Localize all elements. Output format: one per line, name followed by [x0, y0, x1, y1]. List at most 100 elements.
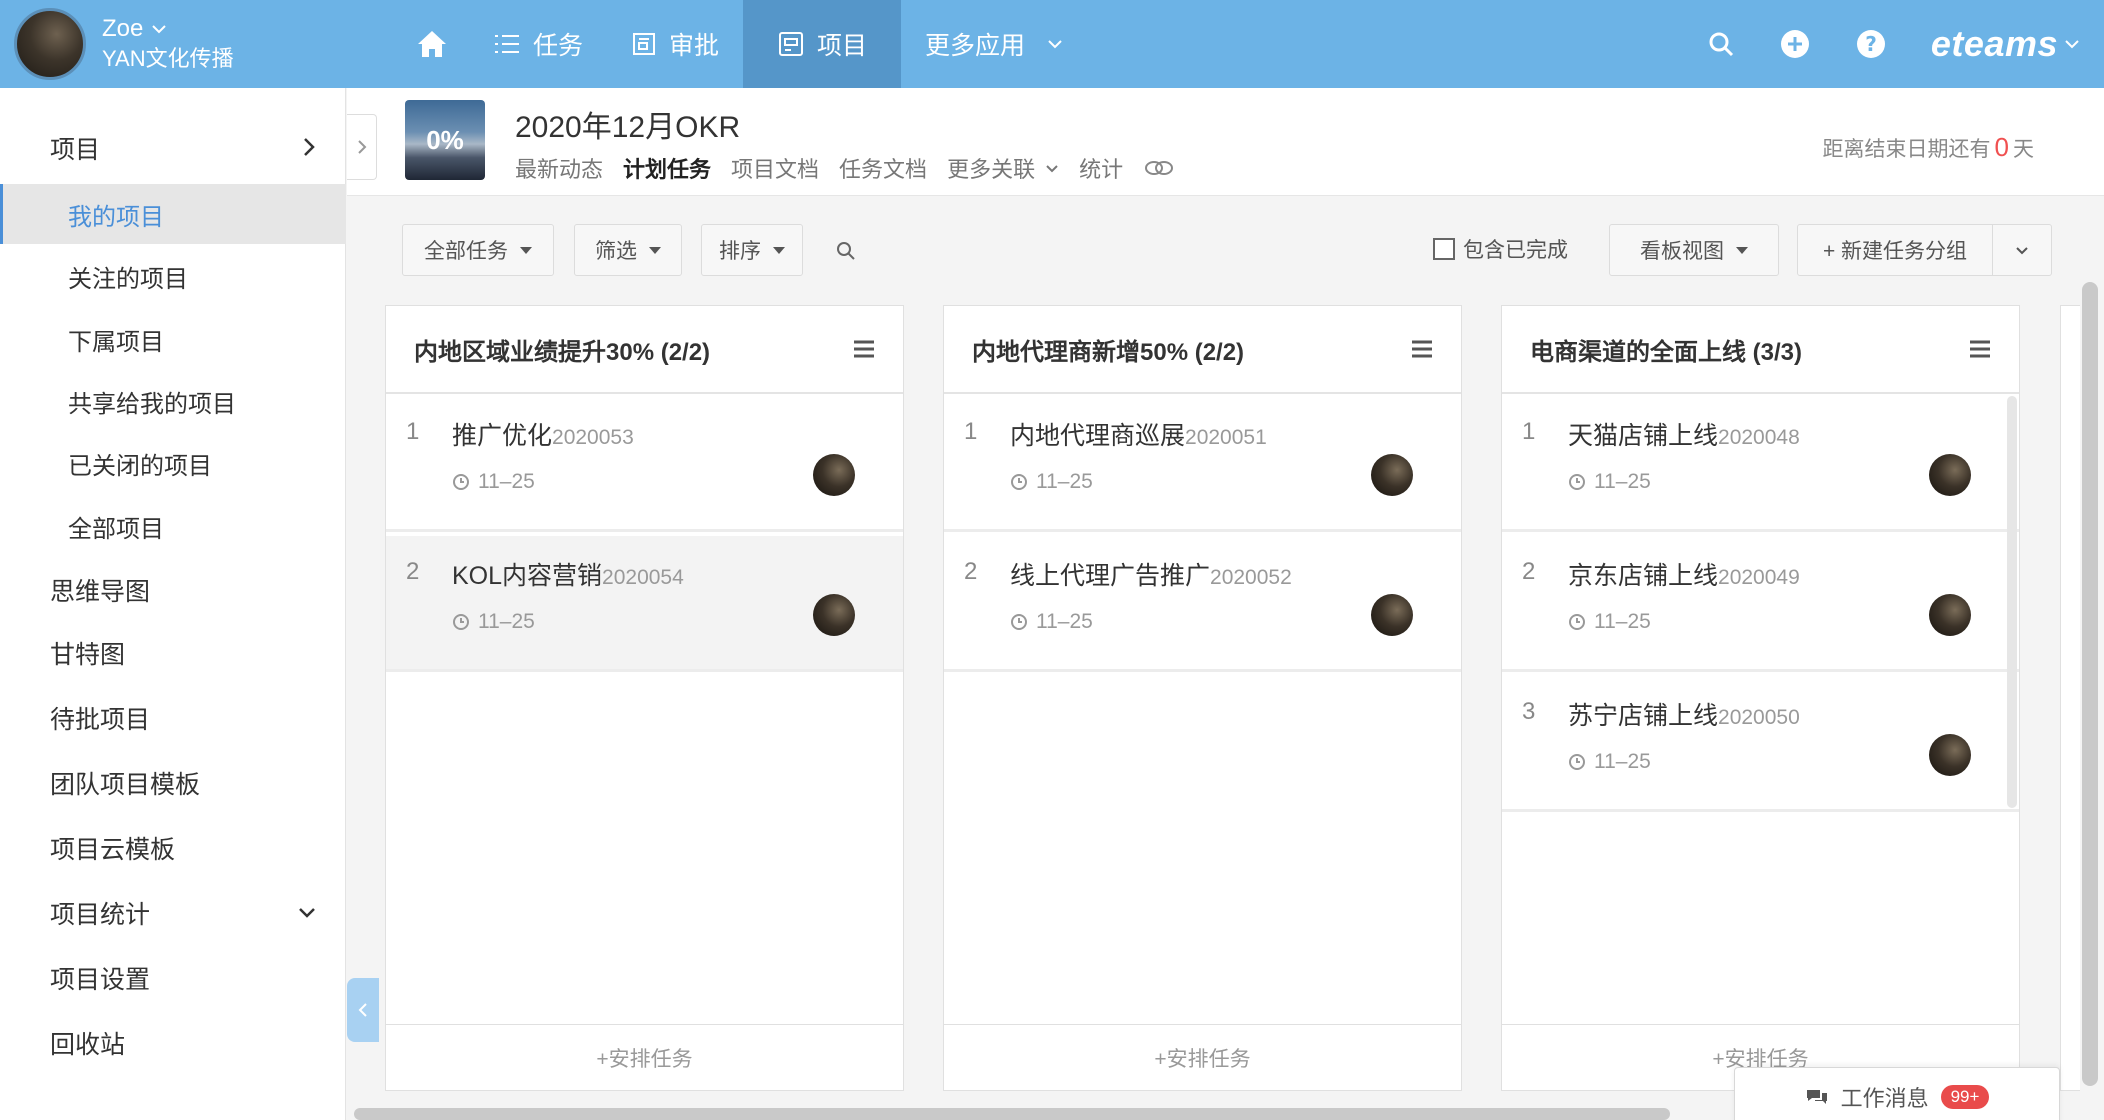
search-icon[interactable] — [1707, 30, 1735, 58]
tab-more-links[interactable]: 更多关联 — [947, 152, 1059, 184]
add-task-button[interactable]: +安排任务 — [386, 1024, 903, 1090]
include-completed-toggle[interactable]: 包含已完成 — [1433, 234, 1568, 264]
task-code: 2020048 — [1718, 426, 1800, 449]
menu-icon[interactable] — [1411, 340, 1433, 358]
sidebar-item-shared-projects[interactable]: 共享给我的项目 — [0, 371, 346, 431]
sort-dropdown[interactable]: 排序 — [701, 224, 803, 276]
task-card[interactable]: 2 京东店铺上线2020049 11–25 — [1502, 536, 2019, 672]
task-due-date: 11–25 — [1036, 470, 1093, 493]
assignee-avatar[interactable] — [813, 594, 855, 636]
column-title: 内地区域业绩提升30% (2/2) — [414, 338, 711, 366]
sidebar-item-label: 项目 — [50, 136, 101, 164]
task-card[interactable]: 1 推广优化2020053 11–25 — [386, 396, 903, 532]
assignee-avatar[interactable] — [1929, 594, 1971, 636]
clock-icon — [1569, 474, 1585, 490]
sidebar-item-statistics[interactable]: 项目统计 — [0, 883, 346, 943]
caret-down-icon — [773, 246, 785, 254]
sidebar-item-label: 团队项目模板 — [50, 771, 201, 799]
view-label: 看板视图 — [1640, 240, 1724, 263]
include-completed-checkbox[interactable] — [1433, 238, 1455, 260]
link-icon[interactable] — [1143, 158, 1175, 178]
menu-icon[interactable] — [1969, 340, 1991, 358]
horizontal-scrollbar[interactable] — [354, 1108, 1670, 1120]
caret-down-icon — [649, 246, 661, 254]
task-card[interactable]: 2 KOL内容营销2020054 11–25 — [386, 536, 903, 672]
approval-icon — [633, 33, 656, 55]
tab-statistics[interactable]: 统计 — [1079, 152, 1123, 184]
new-task-group-button[interactable]: + 新建任务分组 — [1798, 225, 1993, 275]
add-task-label: +安排任务 — [596, 1047, 693, 1071]
assignee-avatar[interactable] — [1371, 594, 1413, 636]
nav-more-apps[interactable]: 更多应用 — [901, 0, 1087, 88]
nav-projects[interactable]: 项目 — [743, 0, 902, 88]
task-number: 3 — [1522, 698, 1536, 725]
work-messages-button[interactable]: 工作消息 99+ — [1734, 1067, 2060, 1120]
chevron-right-icon — [304, 138, 315, 156]
nav-approval[interactable]: 审批 — [607, 0, 743, 88]
nav-home[interactable] — [395, 0, 469, 88]
task-due-date: 11–25 — [478, 610, 535, 633]
sidebar-item-pending[interactable]: 待批项目 — [0, 688, 346, 748]
project-header: 0% 2020年12月OKR 最新动态 计划任务 项目文档 任务文档 更多关联 … — [347, 88, 2104, 196]
sidebar-item-gantt[interactable]: 甘特图 — [0, 623, 346, 683]
nav-tasks[interactable]: 任务 — [469, 0, 607, 88]
user-avatar[interactable] — [14, 8, 86, 80]
sidebar-item-label: 思维导图 — [50, 578, 151, 606]
sidebar-item-followed-projects[interactable]: 关注的项目 — [0, 246, 346, 306]
home-icon — [418, 31, 446, 57]
task-card[interactable]: 3 苏宁店铺上线2020050 11–25 — [1502, 676, 2019, 812]
nav-projects-label: 项目 — [817, 32, 868, 60]
sidebar-item-cloud-templates[interactable]: 项目云模板 — [0, 818, 346, 878]
sidebar-item-my-projects[interactable]: 我的项目 — [0, 184, 346, 244]
assignee-avatar[interactable] — [813, 454, 855, 496]
assignee-avatar[interactable] — [1929, 454, 1971, 496]
add-task-button[interactable]: +安排任务 — [944, 1024, 1461, 1090]
task-card[interactable]: 1 天猫店铺上线2020048 11–25 — [1502, 396, 2019, 532]
task-column: 内地区域业绩提升30% (2/2) 1 推广优化2020053 11–25 2 … — [385, 305, 904, 1091]
sidebar-collapse-button[interactable] — [347, 978, 379, 1042]
search-icon[interactable] — [835, 240, 857, 262]
main-nav: 任务 审批 项目 更多应用 — [395, 0, 1087, 88]
add-icon[interactable] — [1779, 28, 1811, 60]
user-menu[interactable]: Zoe YAN文化传播 — [14, 8, 234, 80]
task-due-date: 11–25 — [1036, 610, 1093, 633]
chevron-down-icon — [1048, 40, 1062, 49]
tab-planned-tasks[interactable]: 计划任务 — [623, 152, 711, 184]
task-code: 2020052 — [1210, 566, 1292, 589]
sidebar-item-mindmap[interactable]: 思维导图 — [0, 560, 346, 620]
deadline-info: 距离结束日期还有 0 天 — [1823, 132, 2034, 163]
sidebar-item-closed-projects[interactable]: 已关闭的项目 — [0, 433, 346, 493]
menu-icon[interactable] — [853, 340, 875, 358]
nav-more-apps-label: 更多应用 — [925, 32, 1026, 60]
tab-latest[interactable]: 最新动态 — [515, 152, 603, 184]
sidebar-item-recycle[interactable]: 回收站 — [0, 1013, 346, 1073]
project-thumbnail[interactable]: 0% — [405, 100, 485, 180]
user-name: Zoe — [102, 15, 144, 42]
brand-logo: eteams — [1930, 23, 2058, 64]
expand-panel-button[interactable] — [347, 114, 377, 180]
sort-label: 排序 — [719, 240, 761, 263]
tab-task-docs[interactable]: 任务文档 — [839, 152, 927, 184]
filter-dropdown[interactable]: 筛选 — [574, 224, 682, 276]
sidebar-item-projects[interactable]: 项目 — [0, 118, 346, 178]
sidebar-item-team-templates[interactable]: 团队项目模板 — [0, 753, 346, 813]
sidebar-item-settings[interactable]: 项目设置 — [0, 948, 346, 1008]
sidebar-item-all-projects[interactable]: 全部项目 — [0, 496, 346, 556]
task-card[interactable]: 1 内地代理商巡展2020051 11–25 — [944, 396, 1461, 532]
view-dropdown[interactable]: 看板视图 — [1609, 224, 1779, 276]
brand-menu[interactable]: eteams — [1931, 23, 2080, 65]
vertical-scrollbar[interactable] — [2082, 282, 2098, 1086]
all-tasks-dropdown[interactable]: 全部任务 — [402, 224, 554, 276]
tab-project-docs[interactable]: 项目文档 — [731, 152, 819, 184]
task-card[interactable]: 2 线上代理广告推广2020052 11–25 — [944, 536, 1461, 672]
sidebar-item-subordinate-projects[interactable]: 下属项目 — [0, 309, 346, 369]
assignee-avatar[interactable] — [1929, 734, 1971, 776]
chevron-right-icon — [357, 140, 366, 154]
column-scrollbar[interactable] — [2007, 396, 2017, 808]
clock-icon — [1011, 474, 1027, 490]
sidebar-item-label: 共享给我的项目 — [68, 390, 236, 418]
help-icon[interactable]: ? — [1855, 28, 1887, 60]
new-group-dropdown-button[interactable] — [1993, 225, 2051, 275]
task-title: KOL内容营销 — [452, 562, 603, 590]
assignee-avatar[interactable] — [1371, 454, 1413, 496]
